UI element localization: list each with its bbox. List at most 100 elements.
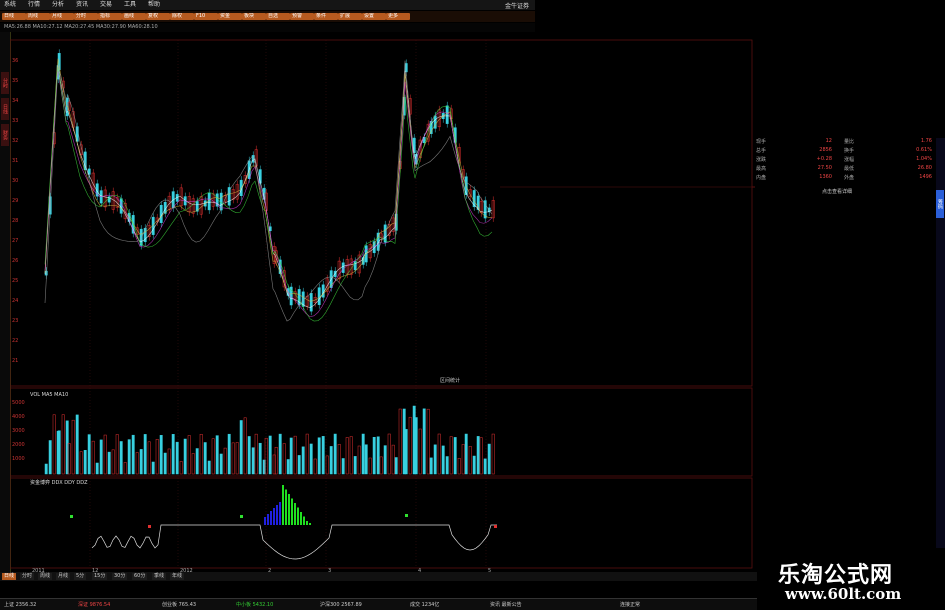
tool-button-adjust[interactable]: 复权 (146, 13, 170, 20)
tool-button-watchlist[interactable]: 自选 (266, 13, 290, 20)
period-tab-year[interactable]: 年线 (170, 573, 185, 580)
indicator-bar (303, 516, 305, 525)
tool-button-fund[interactable]: 资金 (218, 13, 242, 20)
svg-text:27: 27 (12, 238, 18, 244)
volume-bar (243, 417, 247, 475)
tool-button-alert[interactable]: 预警 (290, 13, 314, 20)
period-tab-week[interactable]: 周线 (38, 573, 53, 580)
tool-button-day[interactable]: 日线 (2, 13, 26, 20)
volume-bar (357, 445, 361, 475)
volume-bar (268, 435, 272, 475)
svg-text:26: 26 (12, 258, 18, 264)
period-tab-quarter[interactable]: 季线 (152, 573, 167, 580)
stock-chart-area[interactable]: 36 35 34 33 32 31 30 29 28 27 26 25 24 2… (10, 32, 755, 572)
side-tab-finance[interactable]: 财务 (1, 124, 9, 146)
menu-item-tools[interactable]: 工具 (124, 1, 136, 9)
status-item[interactable]: 上证 2356.32 (4, 601, 36, 608)
volume-bar (44, 463, 48, 475)
ma-line (44, 58, 493, 302)
candle-body (219, 192, 223, 211)
volume-bar (317, 437, 321, 475)
volume-bar (147, 441, 151, 475)
period-tab-30min[interactable]: 30分 (112, 573, 128, 580)
status-item[interactable]: 创业板 765.43 (162, 601, 196, 608)
volume-bar (155, 439, 159, 475)
volume-bar (376, 436, 380, 475)
menu-item-quote[interactable]: 行情 (28, 1, 40, 9)
candle-body (341, 262, 345, 273)
tool-button-sector[interactable]: 板块 (242, 13, 266, 20)
tool-button-settings[interactable]: 设置 (362, 13, 386, 20)
indicator-panel-border (10, 477, 753, 569)
tool-button-intraday[interactable]: 分时 (74, 13, 98, 20)
tool-button-exright[interactable]: 除权 (170, 13, 194, 20)
svg-text:33: 33 (12, 118, 18, 124)
volume-bar (329, 446, 333, 475)
volume-bar (227, 433, 231, 475)
quote-value: 12 (825, 138, 832, 144)
tool-button-extend[interactable]: 扩展 (338, 13, 362, 20)
status-item[interactable]: 成交 1234亿 (410, 601, 439, 608)
volume-bar (231, 442, 235, 475)
side-tab-intraday[interactable]: 分时 (1, 72, 9, 94)
volume-bar (207, 460, 211, 475)
volume-header: VOL MA5 MA10 (30, 392, 68, 398)
tool-button-f10[interactable]: F10 (194, 13, 218, 20)
svg-text:3000: 3000 (12, 428, 25, 434)
chart-note: 区间统计 (440, 377, 460, 384)
indicator-bar (279, 502, 281, 525)
volume-bar (453, 437, 457, 475)
volume-bar (429, 457, 433, 475)
volume-bar (48, 440, 52, 475)
period-tab-month[interactable]: 月线 (56, 573, 71, 580)
menu-item-trade[interactable]: 交易 (100, 1, 112, 9)
svg-text:32: 32 (12, 138, 18, 144)
tool-button-condition[interactable]: 条件 (314, 13, 338, 20)
quote-value: 2856 (819, 147, 832, 153)
volume-bar (372, 436, 376, 475)
status-item[interactable]: 中小板 5432.10 (236, 601, 273, 608)
indicator-bar (267, 514, 269, 525)
volume-bar (258, 442, 262, 475)
period-tab-15min[interactable]: 15分 (92, 573, 108, 580)
menu-item-system[interactable]: 系统 (4, 1, 16, 9)
volume-bar (337, 444, 341, 475)
quote-footer[interactable]: 点击查看详细 (822, 188, 852, 195)
volume-bar (179, 461, 183, 475)
menu-item-help[interactable]: 帮助 (148, 1, 160, 9)
status-item[interactable]: 沪深300 2567.89 (320, 601, 362, 608)
volume-bar (251, 447, 255, 475)
status-item[interactable]: 资讯 最新公告 (490, 601, 522, 608)
menu-item-analysis[interactable]: 分析 (52, 1, 64, 9)
menu-item-news[interactable]: 资讯 (76, 1, 88, 9)
volume-bar (437, 433, 441, 475)
right-tab-chips[interactable]: 筹码 (936, 190, 944, 218)
svg-text:31: 31 (12, 158, 18, 164)
tool-button-more[interactable]: 更多 (386, 13, 410, 20)
volume-bar (57, 430, 61, 475)
period-tab-5min[interactable]: 5分 (74, 573, 87, 580)
quote-label: 涨幅 (844, 157, 855, 163)
volume-bar (135, 452, 139, 475)
quote-label: 现手 (756, 139, 767, 145)
volume-bar (325, 455, 329, 475)
tool-button-month[interactable]: 月线 (50, 13, 74, 20)
volume-bar (79, 451, 83, 475)
volume-bar (479, 437, 483, 475)
signal-marker (405, 514, 408, 517)
side-tab-daily[interactable]: 日线 (1, 98, 9, 120)
volume-bar (191, 453, 195, 475)
period-tab-day[interactable]: 日线 (2, 573, 17, 580)
svg-text:25: 25 (12, 278, 18, 284)
status-item[interactable]: 深证 9876.54 (78, 601, 110, 608)
tool-button-week[interactable]: 周线 (26, 13, 50, 20)
status-bar: 上证 2356.32 深证 9876.54 创业板 765.43 中小板 543… (0, 598, 757, 610)
period-tab-intraday[interactable]: 分时 (20, 573, 35, 580)
volume-bar (426, 408, 430, 475)
tool-button-indicator[interactable]: 指标 (98, 13, 122, 20)
period-tab-60min[interactable]: 60分 (132, 573, 148, 580)
tool-button-draw[interactable]: 画线 (122, 13, 146, 20)
volume-bar (247, 436, 251, 475)
candle-body (317, 287, 321, 305)
volume-bar (107, 451, 111, 475)
